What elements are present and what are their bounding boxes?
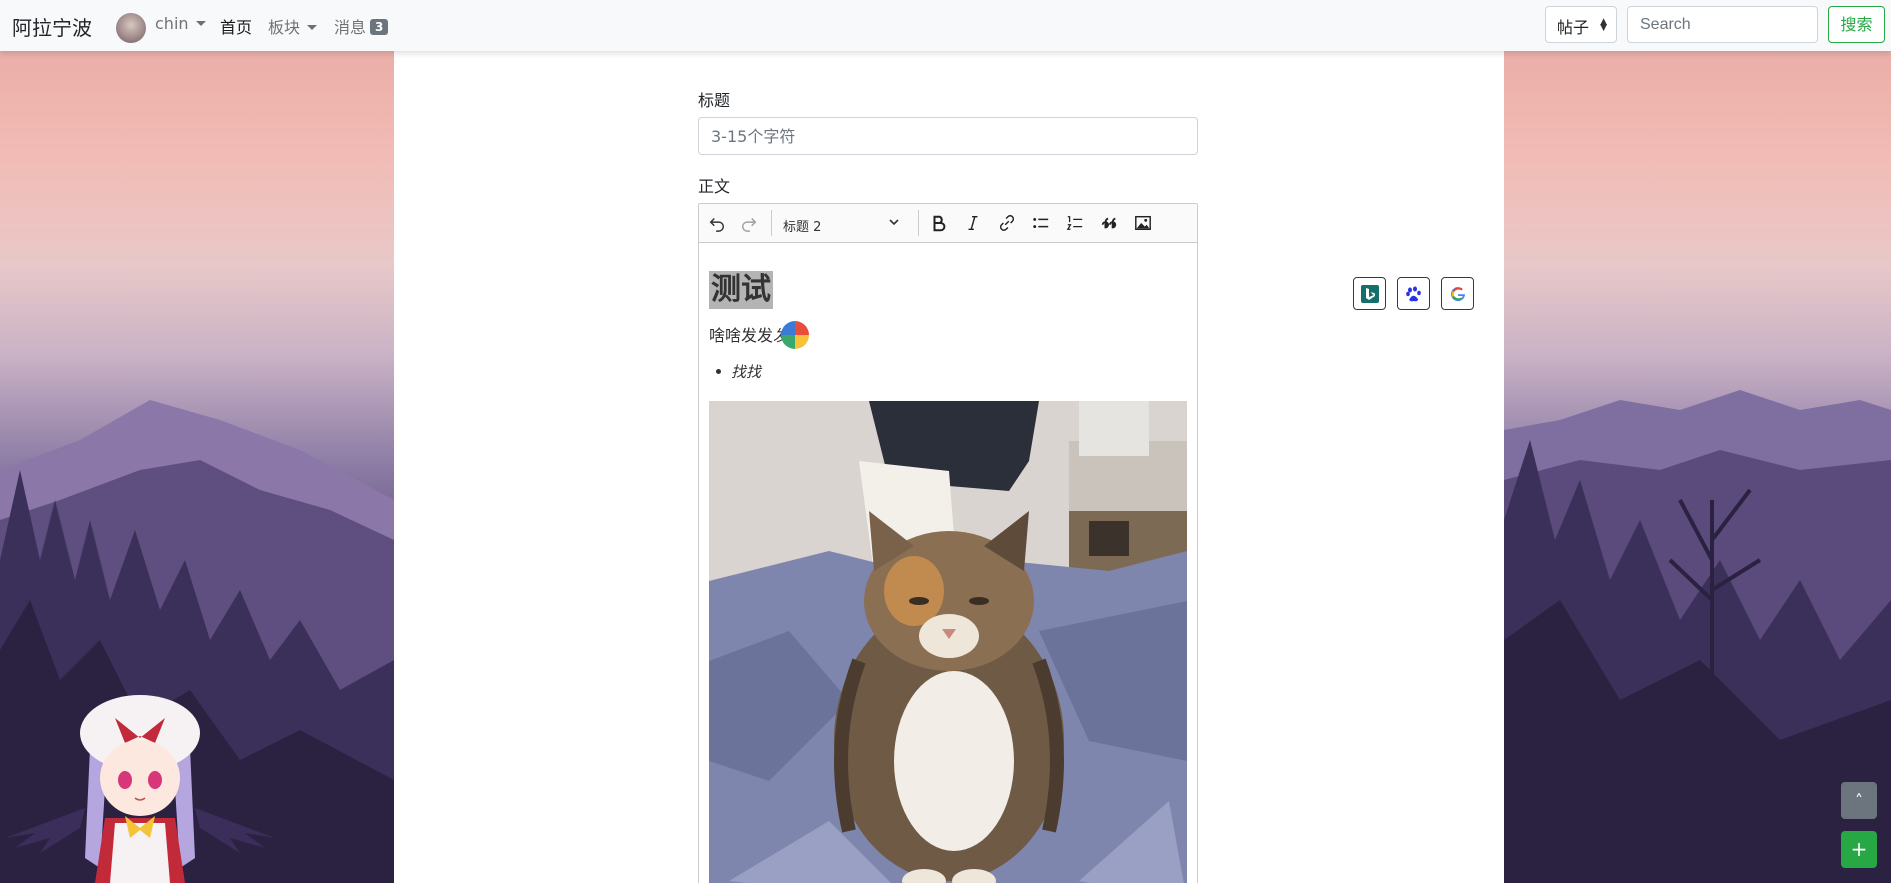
baidu-paw-icon <box>1405 286 1421 301</box>
user-name: chin <box>155 14 189 33</box>
share-google-button[interactable] <box>1441 277 1474 310</box>
user-menu-dropdown[interactable]: chin <box>155 14 206 33</box>
chevron-down-icon <box>307 25 318 30</box>
link-icon[interactable] <box>993 210 1021 236</box>
content-heading: 测试 <box>709 271 773 309</box>
share-baidu-button[interactable] <box>1397 277 1430 310</box>
nav-home[interactable]: 首页 <box>220 14 252 38</box>
insert-image-icon[interactable] <box>1129 210 1157 236</box>
colorful-ball-emoji-icon <box>781 321 810 349</box>
nav-boards-dropdown[interactable]: 板块 <box>268 14 318 38</box>
redo-icon[interactable] <box>735 210 763 236</box>
content-paragraph: 啥啥发发发 <box>709 321 810 349</box>
block-quote-icon[interactable] <box>1095 210 1123 236</box>
message-count-badge: 3 <box>370 19 389 35</box>
bulleted-list-icon[interactable] <box>1027 210 1055 236</box>
search-button[interactable]: 搜索 <box>1828 6 1885 43</box>
scroll-to-top-button[interactable]: ˄ <box>1841 782 1877 819</box>
title-label: 标题 <box>698 91 731 110</box>
search-type-value: 帖子 <box>1557 18 1590 37</box>
undo-icon[interactable] <box>703 210 731 236</box>
search-input[interactable] <box>1627 6 1818 43</box>
bold-icon[interactable] <box>925 210 953 236</box>
paragraph-text: 啥啥发发 <box>709 326 774 345</box>
select-arrows-icon: ▲ ▼ <box>1600 17 1607 33</box>
user-avatar[interactable] <box>116 13 146 43</box>
cat-photo <box>709 401 1187 883</box>
rich-text-editor: 标题 2 测试 啥啥发发 找找 <box>698 203 1198 883</box>
body-label: 正文 <box>698 177 731 196</box>
italic-icon[interactable] <box>959 210 987 236</box>
heading-select[interactable]: 标题 2 <box>779 211 904 237</box>
nav-messages-label: 消息 <box>334 18 367 37</box>
title-input[interactable] <box>698 117 1198 155</box>
bing-icon <box>1360 284 1379 303</box>
anime-mascot-image <box>5 695 275 883</box>
editor-content-area[interactable]: 测试 啥啥发发发 找找 <box>709 243 1187 883</box>
heading-select-value: 标题 2 <box>783 220 822 235</box>
list-item: 找找 <box>715 363 762 381</box>
search-type-select[interactable]: 帖子 ▲ ▼ <box>1545 6 1617 43</box>
chevron-down-icon <box>889 219 899 226</box>
site-brand[interactable]: 阿拉宁波 <box>12 12 92 41</box>
google-icon <box>1450 286 1465 301</box>
editor-toolbar: 标题 2 <box>699 204 1197 243</box>
main-content-panel: 标题 正文 标题 2 <box>394 51 1504 883</box>
chevron-down-icon <box>195 21 206 26</box>
share-bing-button[interactable] <box>1353 277 1386 310</box>
numbered-list-icon[interactable] <box>1061 210 1089 236</box>
top-navbar: 阿拉宁波 chin 首页 板块 消息3 帖子 ▲▼ 搜索 <box>0 0 1891 51</box>
nav-boards-label: 板块 <box>268 18 301 37</box>
new-post-button[interactable]: + <box>1841 831 1877 868</box>
toolbar-divider <box>771 210 772 236</box>
toolbar-divider <box>918 210 919 236</box>
nav-messages[interactable]: 消息 3 <box>334 14 389 38</box>
